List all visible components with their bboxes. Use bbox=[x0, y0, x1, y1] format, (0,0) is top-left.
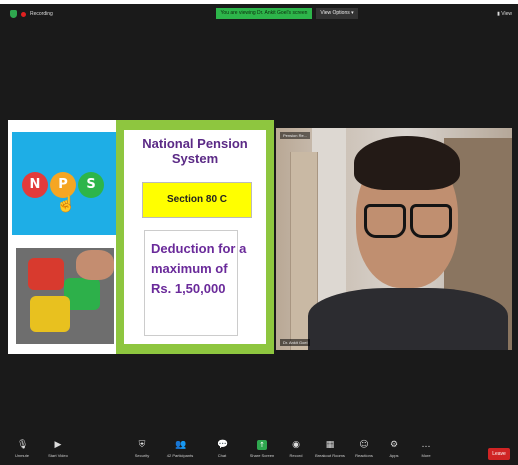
security-button[interactable]: ⛨ Security bbox=[124, 440, 160, 458]
glasses-right-lens bbox=[410, 204, 452, 238]
hand-pointer-icon: ☝ bbox=[56, 196, 76, 213]
breakout-rooms-icon: ▦ bbox=[325, 440, 335, 450]
deduction-line-1: Deduction for a bbox=[151, 241, 247, 256]
neutral-face-key bbox=[30, 296, 70, 332]
slide-images-panel: N P S ☝ bbox=[8, 120, 116, 354]
deduction-line-3: Rs. 1,50,000 bbox=[151, 281, 226, 296]
unmute-label: Unmute bbox=[14, 453, 29, 458]
shared-slide: N P S ☝ National Pension System Section … bbox=[8, 120, 274, 354]
participant-hair bbox=[354, 136, 460, 190]
recording-indicator: Recording bbox=[10, 10, 53, 18]
microphone-muted-icon: 🎙 bbox=[17, 440, 29, 450]
security-label: Security bbox=[134, 453, 150, 458]
start-video-button[interactable]: ▶ Start Video bbox=[40, 440, 76, 458]
record-dot-icon bbox=[21, 11, 26, 17]
chat-icon: 💬 bbox=[217, 440, 229, 450]
chat-button[interactable]: 💬 Chat bbox=[204, 440, 240, 458]
view-button[interactable]: ▮ View bbox=[497, 11, 512, 17]
video-off-icon: ▶ bbox=[54, 440, 62, 450]
view-options-label: View Options bbox=[320, 10, 350, 16]
finger bbox=[76, 250, 114, 280]
nps-image: N P S ☝ bbox=[12, 132, 116, 235]
reactions-icon: ☺ bbox=[359, 440, 369, 450]
slide-title: National Pension System bbox=[142, 136, 248, 166]
record-button[interactable]: ◉ Record bbox=[278, 440, 314, 458]
unmute-button[interactable]: 🎙 Unmute bbox=[4, 440, 40, 458]
sad-face-key bbox=[28, 258, 64, 290]
slide-text-panel: National Pension System Section 80 C Ded… bbox=[116, 120, 274, 354]
slide-content-box: National Pension System Section 80 C Ded… bbox=[124, 130, 266, 344]
feedback-buttons-image bbox=[16, 248, 114, 344]
chevron-down-icon: ▾ bbox=[351, 10, 354, 16]
more-label: More bbox=[421, 453, 431, 458]
participant-name: Dr. Ankit Goel bbox=[280, 339, 311, 346]
apps-icon: ⚙ bbox=[389, 440, 399, 450]
breakout-rooms-button[interactable]: ▦ Breakout Rooms bbox=[312, 440, 348, 458]
section-box: Section 80 C bbox=[142, 182, 252, 218]
participant-shirt bbox=[308, 288, 508, 350]
recording-label: Recording bbox=[30, 11, 53, 17]
start-video-label: Start Video bbox=[48, 453, 68, 458]
shield-icon[interactable] bbox=[10, 10, 17, 18]
breakout-rooms-label: Breakout Rooms bbox=[315, 453, 345, 458]
share-screen-icon: ↑ bbox=[257, 440, 267, 450]
shield-icon: ⛨ bbox=[138, 440, 146, 450]
more-icon: … bbox=[421, 440, 431, 450]
video-top-label: Pension Re... bbox=[280, 132, 311, 139]
view-options-button[interactable]: View Options ▾ bbox=[316, 8, 358, 19]
apps-label: Apps bbox=[389, 453, 399, 458]
share-screen-label: Share Screen bbox=[249, 453, 275, 458]
participants-count: 42 bbox=[166, 453, 172, 458]
deduction-box: Deduction for a maximum of Rs. 1,50,000 bbox=[144, 230, 247, 336]
more-button[interactable]: … More bbox=[408, 440, 444, 458]
reactions-label: Reactions bbox=[355, 453, 373, 458]
view-label: View bbox=[501, 11, 512, 17]
nps-letter-s: S bbox=[78, 172, 104, 198]
participants-label: Participants bbox=[172, 453, 194, 458]
participants-icon: 👥 bbox=[175, 440, 187, 450]
share-screen-button[interactable]: ↑ Share Screen bbox=[244, 440, 280, 458]
record-label: Record bbox=[289, 453, 303, 458]
deduction-line-2: maximum of bbox=[151, 261, 228, 276]
zoom-window: Recording You are viewing Dr. Ankit Goel… bbox=[4, 4, 514, 462]
leave-button[interactable]: Leave bbox=[488, 448, 510, 460]
participants-button[interactable]: 👥 42 Participants bbox=[162, 440, 198, 458]
top-bar: Recording You are viewing Dr. Ankit Goel… bbox=[4, 4, 514, 26]
meeting-toolbar: 🎙 Unmute ▶ Start Video ⛨ Security 👥 42 P… bbox=[4, 436, 514, 462]
record-icon: ◉ bbox=[292, 440, 300, 450]
apps-button[interactable]: ⚙ Apps bbox=[376, 440, 412, 458]
glasses-left-lens bbox=[364, 204, 406, 238]
nps-letter-n: N bbox=[22, 172, 48, 198]
view-grid-icon: ▮ bbox=[497, 11, 500, 17]
chat-label: Chat bbox=[217, 453, 227, 458]
participant-video[interactable]: Pension Re... Dr. Ankit Goel bbox=[276, 128, 512, 350]
viewing-banner: You are viewing Dr. Ankit Goel's screen bbox=[216, 8, 312, 19]
